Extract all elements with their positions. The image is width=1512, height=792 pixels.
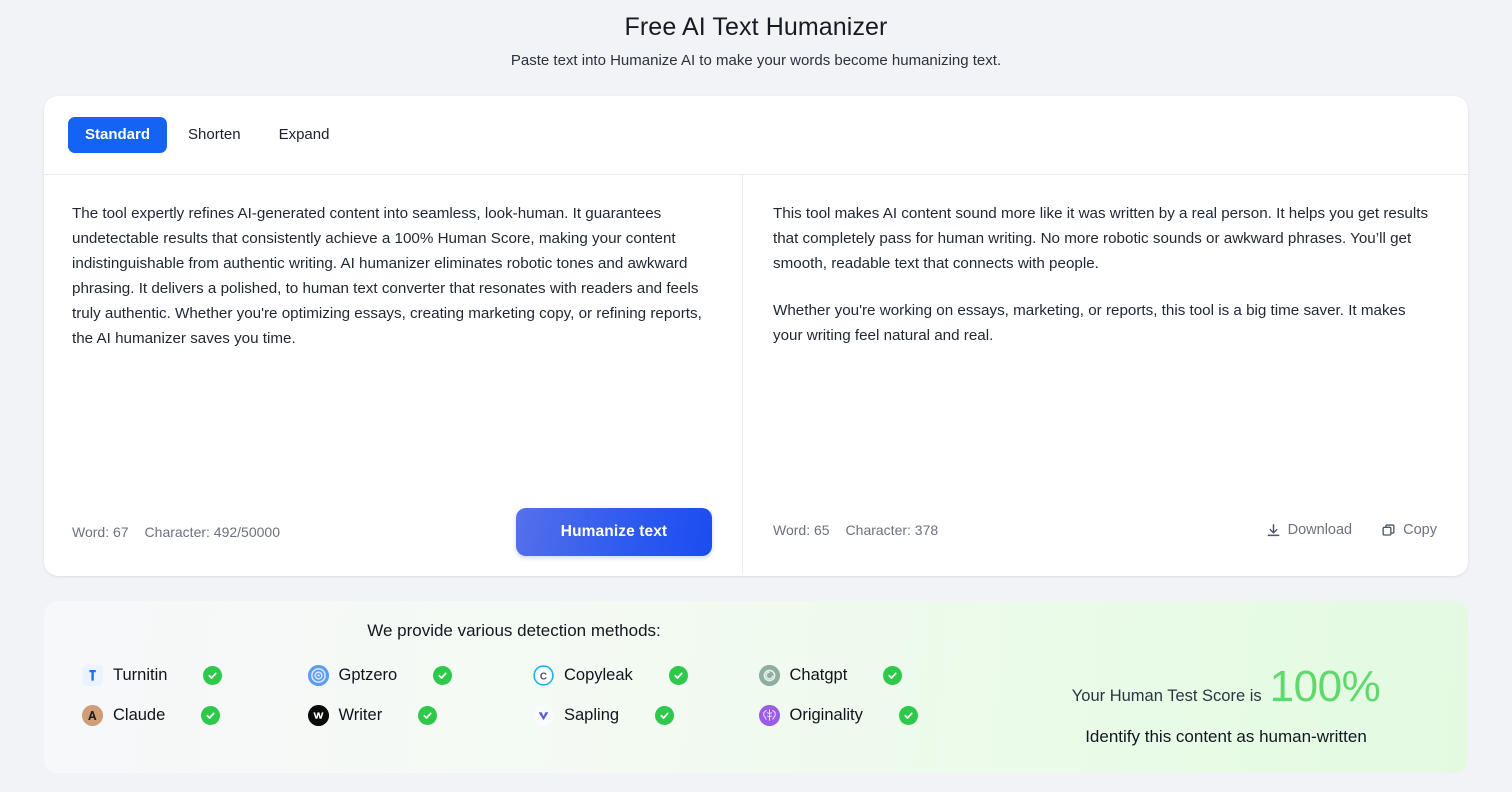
detection-method-label: Sapling — [564, 706, 620, 724]
detection-method-label: Copyleak — [564, 666, 633, 684]
output-character-count: Character: 378 — [845, 522, 939, 538]
copy-button[interactable]: Copy — [1381, 522, 1437, 538]
input-counts: Word: 67 Character: 492/50000 — [72, 523, 280, 541]
copy-label: Copy — [1403, 522, 1437, 538]
detection-method-claude[interactable]: Claude — [82, 695, 308, 735]
originality-logo-icon — [758, 704, 780, 726]
chatgpt-logo-icon — [758, 664, 780, 686]
output-actions: Download Copy — [1266, 522, 1437, 538]
check-icon — [203, 665, 223, 685]
output-text[interactable]: This tool makes AI content sound more li… — [773, 201, 1437, 348]
copy-icon — [1381, 523, 1396, 538]
tab-standard[interactable]: Standard — [68, 117, 168, 153]
detection-method-label: Chatgpt — [789, 666, 848, 684]
detection-title: We provide various detection methods: — [367, 621, 661, 640]
detection-panel: We provide various detection methods: Tu… — [44, 601, 1468, 773]
writer-logo-icon — [307, 704, 329, 726]
check-icon — [433, 665, 453, 685]
tab-shorten[interactable]: Shorten — [171, 117, 258, 153]
output-footer: Word: 65 Character: 378 Download Copy — [773, 487, 1437, 573]
detection-method-originality[interactable]: Originality — [758, 695, 985, 735]
human-score-subtext: Identify this content as human-written — [1085, 727, 1367, 746]
download-label: Download — [1287, 522, 1353, 538]
detection-methods-grid: Turnitin Gptzero C Copyleak Chatgpt Clau… — [44, 643, 984, 735]
check-icon — [201, 705, 221, 725]
check-icon — [883, 665, 903, 685]
output-paragraph: Whether you're working on essays, market… — [773, 302, 1406, 344]
mode-tabbar: Standard Shorten Expand — [44, 96, 1468, 175]
svg-text:C: C — [540, 671, 547, 682]
gptzero-logo-icon — [307, 664, 329, 686]
human-score-value: 100% — [1269, 662, 1381, 711]
human-score-line: Your Human Test Score is 100% — [984, 665, 1468, 709]
input-footer: Word: 67 Character: 492/50000 Humanize t… — [72, 489, 712, 575]
sapling-logo-icon — [533, 704, 554, 726]
detection-method-gptzero[interactable]: Gptzero — [307, 655, 534, 695]
input-textarea[interactable]: The tool expertly refines AI-generated c… — [72, 201, 712, 351]
human-score-label: Your Human Test Score is — [1071, 687, 1262, 705]
tab-expand[interactable]: Expand — [262, 117, 347, 153]
input-word-count: Word: 67 — [72, 524, 129, 540]
output-paragraph: This tool makes AI content sound more li… — [773, 205, 1429, 272]
check-icon — [668, 665, 688, 685]
claude-logo-icon — [82, 704, 103, 726]
editor-panes: The tool expertly refines AI-generated c… — [44, 175, 1468, 575]
download-icon — [1266, 523, 1281, 538]
page-title: Free AI Text Humanizer — [624, 13, 888, 41]
detection-method-label: Turnitin — [113, 666, 168, 684]
app-root: Free AI Text Humanizer Paste text into H… — [0, 0, 1512, 792]
detection-method-label: Writer — [338, 706, 383, 724]
human-score-zone: Your Human Test Score is 100% Identify t… — [984, 643, 1468, 749]
detection-method-sapling[interactable]: Sapling — [533, 695, 759, 735]
output-counts: Word: 65 Character: 378 — [773, 521, 938, 539]
output-pane: This tool makes AI content sound more li… — [743, 175, 1467, 575]
check-icon — [898, 705, 918, 725]
check-icon — [655, 705, 675, 725]
input-pane: The tool expertly refines AI-generated c… — [44, 175, 743, 575]
output-word-count: Word: 65 — [773, 522, 830, 538]
detection-method-chatgpt[interactable]: Chatgpt — [758, 655, 985, 695]
detection-method-label: Claude — [113, 706, 166, 724]
humanizer-card: Standard Shorten Expand The tool expertl… — [44, 96, 1468, 576]
input-character-count: Character: 492/50000 — [144, 524, 280, 540]
humanize-text-button[interactable]: Humanize text — [516, 508, 712, 556]
detection-method-label: Gptzero — [338, 666, 398, 684]
detection-body: Turnitin Gptzero C Copyleak Chatgpt Clau… — [44, 643, 1468, 761]
check-icon — [418, 705, 438, 725]
detection-method-writer[interactable]: Writer — [307, 695, 534, 735]
detection-method-label: Originality — [789, 706, 863, 724]
copyleak-logo-icon: C — [533, 664, 554, 686]
page-header: Free AI Text Humanizer Paste text into H… — [0, 0, 1512, 72]
turnitin-logo-icon — [82, 664, 103, 686]
detection-method-copyleak[interactable]: C Copyleak — [533, 655, 759, 695]
detection-method-turnitin[interactable]: Turnitin — [82, 655, 308, 695]
download-button[interactable]: Download — [1266, 522, 1353, 538]
page-subtitle: Paste text into Humanize AI to make your… — [510, 52, 1002, 69]
